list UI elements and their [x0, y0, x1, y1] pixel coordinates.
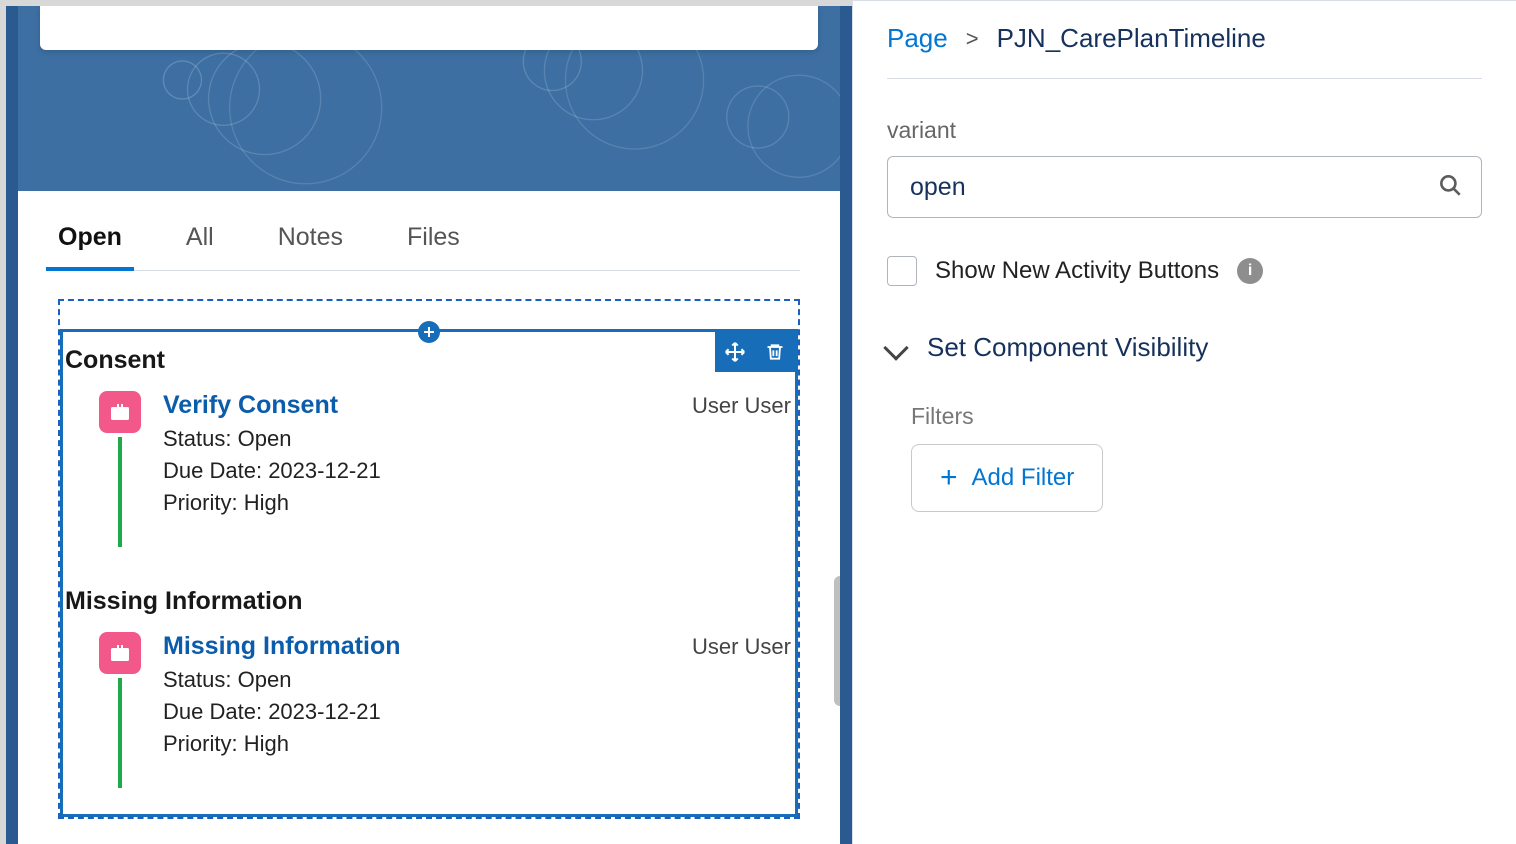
add-filter-label: Add Filter	[972, 464, 1075, 492]
breadcrumb-current: PJN_CarePlanTimeline	[997, 23, 1266, 54]
move-icon[interactable]	[715, 332, 755, 372]
properties-panel: Page > PJN_CarePlanTimeline variant Show…	[852, 0, 1516, 844]
variant-combobox[interactable]	[887, 156, 1482, 218]
section-title: Missing Information	[65, 587, 795, 616]
breadcrumb: Page > PJN_CarePlanTimeline	[887, 1, 1482, 79]
timeline-due-date: Due Date: 2023-12-21	[163, 458, 791, 484]
search-icon	[1437, 172, 1463, 203]
insert-handle-icon[interactable]	[418, 321, 440, 343]
timeline-priority: Priority: High	[163, 490, 791, 516]
timeline-subject-link[interactable]: Verify Consent	[163, 391, 338, 420]
vertical-scrollbar[interactable]	[834, 576, 846, 706]
visibility-section-toggle[interactable]: Set Component Visibility	[887, 332, 1482, 363]
variant-label: variant	[887, 117, 1482, 144]
timeline-due-date: Due Date: 2023-12-21	[163, 699, 791, 725]
delete-icon[interactable]	[755, 332, 795, 372]
briefcase-icon	[99, 391, 141, 433]
tab-files[interactable]: Files	[407, 211, 460, 270]
breadcrumb-separator: >	[966, 26, 979, 52]
canvas-preview: Open All Notes Files	[0, 0, 852, 844]
timeline-priority: Priority: High	[163, 731, 791, 757]
checkbox-label: Show New Activity Buttons	[935, 257, 1219, 285]
tab-open[interactable]: Open	[58, 211, 122, 270]
info-icon[interactable]: i	[1237, 258, 1263, 284]
show-new-activity-checkbox[interactable]	[887, 256, 917, 286]
selected-component[interactable]: Consent Verify Consent User User	[60, 329, 798, 817]
timeline-connector	[118, 437, 122, 547]
selection-toolbar	[715, 332, 795, 372]
tab-notes[interactable]: Notes	[278, 211, 343, 270]
visibility-section-label: Set Component Visibility	[927, 332, 1208, 363]
timeline-item: Missing Information User User Status: Op…	[63, 632, 795, 814]
add-filter-button[interactable]: + Add Filter	[911, 444, 1103, 512]
page-header-banner	[18, 6, 840, 191]
timeline-item: Verify Consent User User Status: Open Du…	[63, 391, 795, 573]
filters-label: Filters	[911, 403, 1482, 430]
chevron-down-icon	[883, 335, 908, 360]
header-card	[40, 6, 818, 50]
timeline-subject-link[interactable]: Missing Information	[163, 632, 401, 661]
tab-all[interactable]: All	[186, 211, 214, 270]
timeline-owner: User User	[692, 634, 791, 660]
timeline-connector	[118, 678, 122, 788]
breadcrumb-page-link[interactable]: Page	[887, 23, 948, 54]
variant-input[interactable]	[910, 173, 1437, 202]
briefcase-icon	[99, 632, 141, 674]
timeline-status: Status: Open	[163, 667, 791, 693]
timeline-owner: User User	[692, 393, 791, 419]
timeline-tabset: Open All Notes Files	[58, 191, 800, 271]
section-title: Consent	[65, 346, 795, 375]
timeline-status: Status: Open	[163, 426, 791, 452]
plus-icon: +	[940, 463, 958, 493]
component-drop-region[interactable]: Consent Verify Consent User User	[58, 299, 800, 819]
